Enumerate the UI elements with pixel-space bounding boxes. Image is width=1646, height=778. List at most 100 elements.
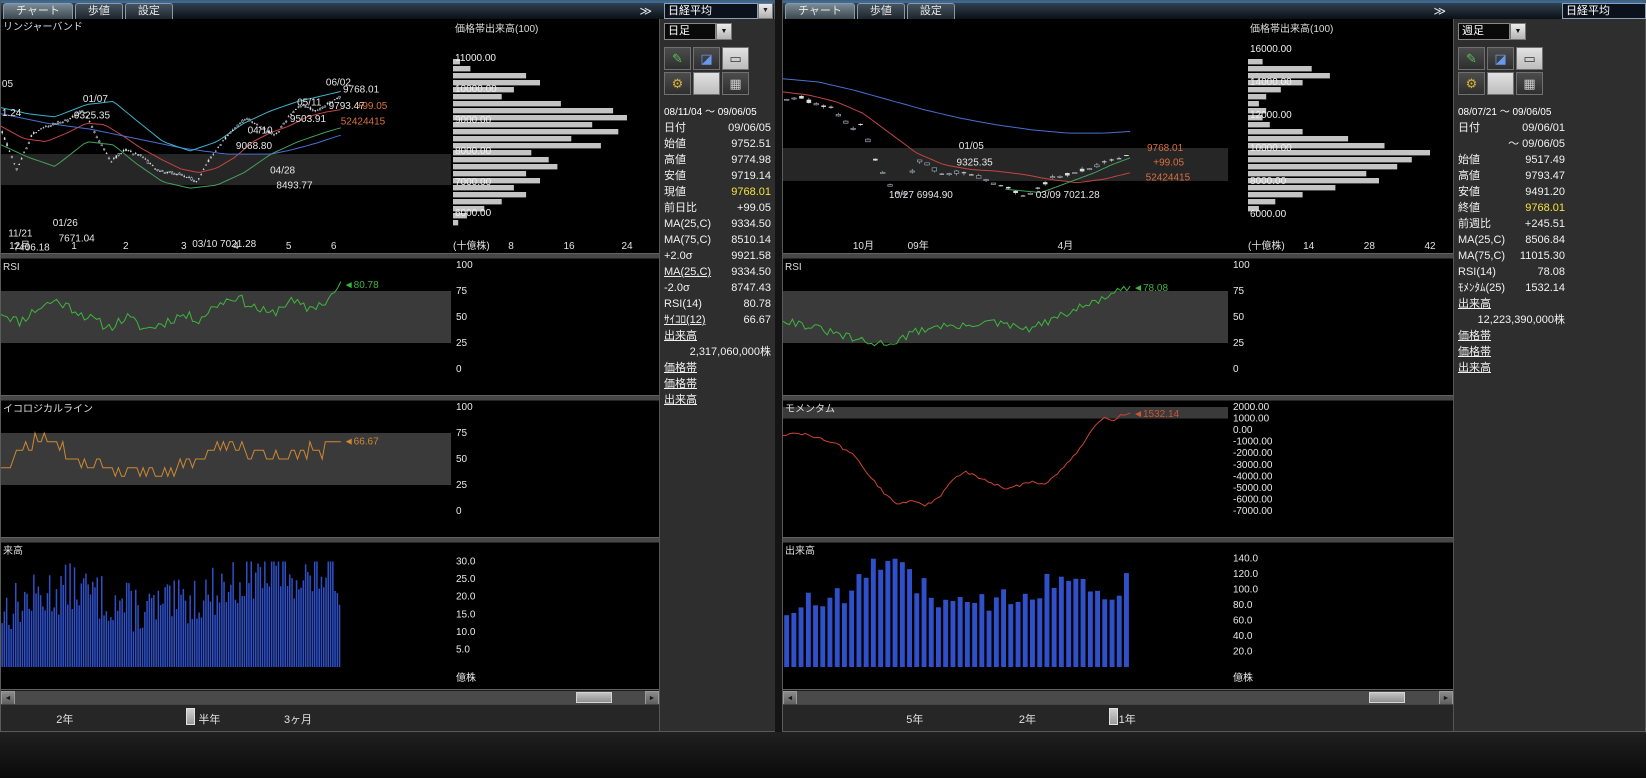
svg-text:◄78.08: ◄78.08	[1133, 283, 1168, 294]
chevron-down-icon[interactable]: ▼	[758, 3, 773, 19]
svg-text:リンジャーバンド: リンジャーバンド	[3, 21, 83, 33]
eraser-icon[interactable]: ▭	[1516, 47, 1543, 70]
timeframe-select[interactable]: 日足 ▼	[664, 23, 732, 40]
tab-settings[interactable]: 設定	[907, 3, 955, 19]
indicator-link-row[interactable]: 価格帯	[660, 376, 775, 392]
svg-text:-1000.00: -1000.00	[1233, 437, 1273, 448]
info-row: 始値9752.51	[660, 136, 775, 152]
indicator-link-row[interactable]: 出来高	[1454, 296, 1569, 312]
pencil-icon[interactable]: ✎	[1458, 47, 1485, 70]
indicator-link-row[interactable]: ｻｲｺﾛ(12)66.67	[660, 312, 775, 328]
info-row: -2.0σ8747.43	[660, 280, 775, 296]
period-slider-thumb[interactable]	[1109, 708, 1118, 725]
printer-icon[interactable]: ▦	[1516, 72, 1543, 95]
momentum-chart: 2000.001000.000.00-1000.00-2000.00-3000.…	[783, 401, 1453, 537]
symbol-select[interactable]: 日経平均	[1562, 3, 1646, 19]
svg-text:10000.00: 10000.00	[455, 84, 497, 95]
svg-text:-2000.00: -2000.00	[1233, 448, 1273, 459]
svg-text:1000.00: 1000.00	[1233, 414, 1270, 425]
svg-text:80.0: 80.0	[1233, 600, 1253, 611]
tab-settings[interactable]: 設定	[125, 3, 173, 19]
indicator-link-row[interactable]: 価格帯	[1454, 328, 1569, 344]
blank-tool[interactable]	[1487, 72, 1514, 95]
app-bottom-strip	[0, 732, 1646, 778]
expand-panels-button[interactable]: ≫	[1433, 4, 1446, 18]
indicator-link-row[interactable]: 出来高	[660, 328, 775, 344]
svg-text:11/21: 11/21	[8, 229, 33, 240]
info-row: RSI(14)80.78	[660, 296, 775, 312]
svg-text:8493.77: 8493.77	[276, 181, 313, 192]
info-row: 始値9517.49	[1454, 152, 1569, 168]
chevron-down-icon[interactable]: ▼	[716, 23, 732, 40]
svg-text:-6000.00: -6000.00	[1233, 494, 1273, 505]
svg-text:◄1532.14: ◄1532.14	[1133, 409, 1179, 420]
chevron-down-icon[interactable]: ▼	[1510, 23, 1526, 40]
info-row: 前週比+245.51	[1454, 216, 1569, 232]
main-chart-pane: 12月123456051.2401/079325.3511/217406.180…	[1, 19, 659, 253]
period-option[interactable]: 5年	[906, 711, 923, 727]
info-row: RSI(14)78.08	[1454, 264, 1569, 280]
scroll-right-arrow[interactable]: ►	[645, 691, 659, 705]
tab-quotes[interactable]: 歩値	[75, 3, 123, 19]
indicator-link-row[interactable]: 出来高	[660, 392, 775, 408]
svg-text:イコロジカルライン: イコロジカルライン	[3, 403, 93, 415]
volume-by-price-pane: 16000.0014000.0012000.0010000.008000.006…	[1228, 19, 1453, 253]
svg-text:20.0: 20.0	[1233, 647, 1253, 658]
info-row: MA(75,C)11015.30	[1454, 248, 1569, 264]
period-option[interactable]: 半年	[198, 711, 220, 727]
period-slider-thumb[interactable]	[186, 708, 195, 725]
gear-icon[interactable]: ⚙	[1458, 72, 1485, 95]
brush-icon[interactable]: ◪	[1487, 47, 1514, 70]
svg-text:8: 8	[508, 241, 514, 252]
printer-icon[interactable]: ▦	[722, 72, 749, 95]
scrollbar-track[interactable]	[15, 691, 645, 705]
svg-text:2000.00: 2000.00	[1233, 402, 1270, 413]
scroll-right-arrow[interactable]: ►	[1439, 691, 1453, 705]
svg-text:50: 50	[456, 454, 468, 465]
eraser-icon[interactable]: ▭	[722, 47, 749, 70]
chart-window-weekly: チャート 歩値 設定 ≫ 日経平均 10月09年4月01/059325.3510…	[782, 0, 1646, 732]
period-option[interactable]: 3ヶ月	[284, 711, 312, 727]
scrollbar-thumb[interactable]	[1369, 692, 1405, 703]
svg-text:9768.01: 9768.01	[343, 85, 380, 96]
svg-text:100: 100	[456, 260, 473, 271]
svg-text:モメンタム: モメンタム	[785, 403, 835, 415]
quote-info-list: 日付09/06/05始値9752.51高値9774.98安値9719.14現値9…	[660, 120, 775, 408]
pencil-icon[interactable]: ✎	[664, 47, 691, 70]
scroll-left-arrow[interactable]: ◄	[783, 691, 797, 705]
symbol-select[interactable]: 日経平均 ▼	[664, 3, 773, 19]
expand-panels-button[interactable]: ≫	[639, 4, 652, 18]
blank-tool[interactable]	[693, 72, 720, 95]
volume-pane: 30.025.020.015.010.05.0億株来高	[1, 543, 659, 689]
tab-chart[interactable]: チャート	[3, 3, 73, 19]
period-option[interactable]: 2年	[56, 711, 73, 727]
svg-text:16000.00: 16000.00	[1250, 44, 1292, 55]
window-header: チャート 歩値 設定 ≫ 日経平均 ▼	[1, 1, 774, 19]
horizontal-scrollbar[interactable]: ◄ ►	[783, 690, 1453, 705]
svg-text:価格帯出来高(100): 価格帯出来高(100)	[1250, 22, 1333, 35]
indicator-link-row[interactable]: MA(25,C)9334.50	[660, 264, 775, 280]
tab-chart[interactable]: チャート	[785, 3, 855, 19]
timeframe-select[interactable]: 週足 ▼	[1458, 23, 1526, 40]
symbol-name: 日経平均	[664, 3, 758, 19]
info-row: MA(25,C)8506.84	[1454, 232, 1569, 248]
scroll-left-arrow[interactable]: ◄	[1, 691, 15, 705]
horizontal-scrollbar[interactable]: ◄ ►	[1, 690, 659, 705]
svg-text:+99.05: +99.05	[1153, 157, 1184, 168]
indicator-link-row[interactable]: 価格帯	[1454, 344, 1569, 360]
info-row: 安値9719.14	[660, 168, 775, 184]
indicator-link-row[interactable]: 出来高	[1454, 360, 1569, 376]
scrollbar-track[interactable]	[797, 691, 1439, 705]
svg-text:30.0: 30.0	[456, 557, 476, 568]
tab-bar: チャート 歩値 設定	[785, 3, 955, 19]
scrollbar-thumb[interactable]	[576, 692, 612, 703]
volume-chart: 30.025.020.015.010.05.0億株来高	[1, 543, 659, 689]
gear-icon[interactable]: ⚙	[664, 72, 691, 95]
period-option[interactable]: 2年	[1019, 711, 1036, 727]
period-option[interactable]: 1年	[1119, 711, 1136, 727]
brush-icon[interactable]: ◪	[693, 47, 720, 70]
svg-text:25.0: 25.0	[456, 574, 476, 585]
svg-text:120.0: 120.0	[1233, 569, 1258, 580]
tab-quotes[interactable]: 歩値	[857, 3, 905, 19]
indicator-link-row[interactable]: 価格帯	[660, 360, 775, 376]
